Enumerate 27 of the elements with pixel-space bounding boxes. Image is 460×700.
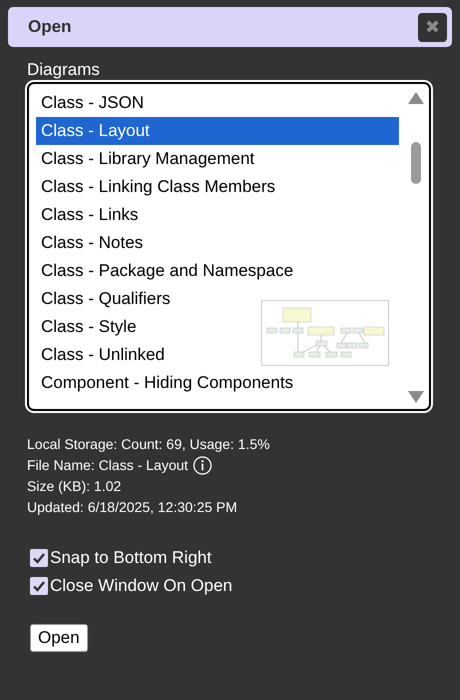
info-text: Size (KB): 1.02 (27, 477, 122, 496)
checkbox[interactable] (30, 577, 48, 595)
list-item[interactable]: Class - Package and Namespace (36, 257, 399, 285)
list-item[interactable]: Class - Notes (36, 229, 399, 257)
scrollbar-thumb[interactable] (411, 142, 421, 184)
window-title: Open (28, 17, 72, 37)
list-label: Diagrams (27, 60, 101, 80)
info-text: Updated: 6/18/2025, 12:30:25 PM (27, 498, 238, 517)
info-text: File Name: Class - Layout (27, 456, 188, 475)
list-item[interactable]: Class - Linking Class Members (36, 173, 399, 201)
info-icon[interactable] (193, 456, 212, 475)
close-button[interactable]: ✖ (418, 12, 447, 42)
list-item[interactable]: Component - Hiding Components (36, 369, 399, 397)
list-item[interactable]: Class - Qualifiers (36, 285, 399, 313)
scroll-up-icon[interactable] (408, 92, 424, 104)
list-item[interactable]: Class - Library Management (36, 145, 399, 173)
list-item[interactable]: Class - Unlinked (36, 341, 399, 369)
info-text: Local Storage: Count: 69, Usage: 1.5% (27, 435, 270, 454)
list-item[interactable]: Class - JSON (36, 89, 399, 117)
list-item[interactable]: Class - Links (36, 201, 399, 229)
open-button[interactable]: Open (30, 624, 88, 652)
list-item[interactable]: Class - Style (36, 313, 399, 341)
list-item[interactable]: Class - Layout (36, 117, 399, 145)
checkbox-label: Snap to Bottom Right (50, 548, 212, 568)
checkbox-label: Close Window On Open (50, 576, 232, 596)
scroll-down-icon[interactable] (408, 391, 424, 403)
checkbox[interactable] (30, 549, 48, 567)
